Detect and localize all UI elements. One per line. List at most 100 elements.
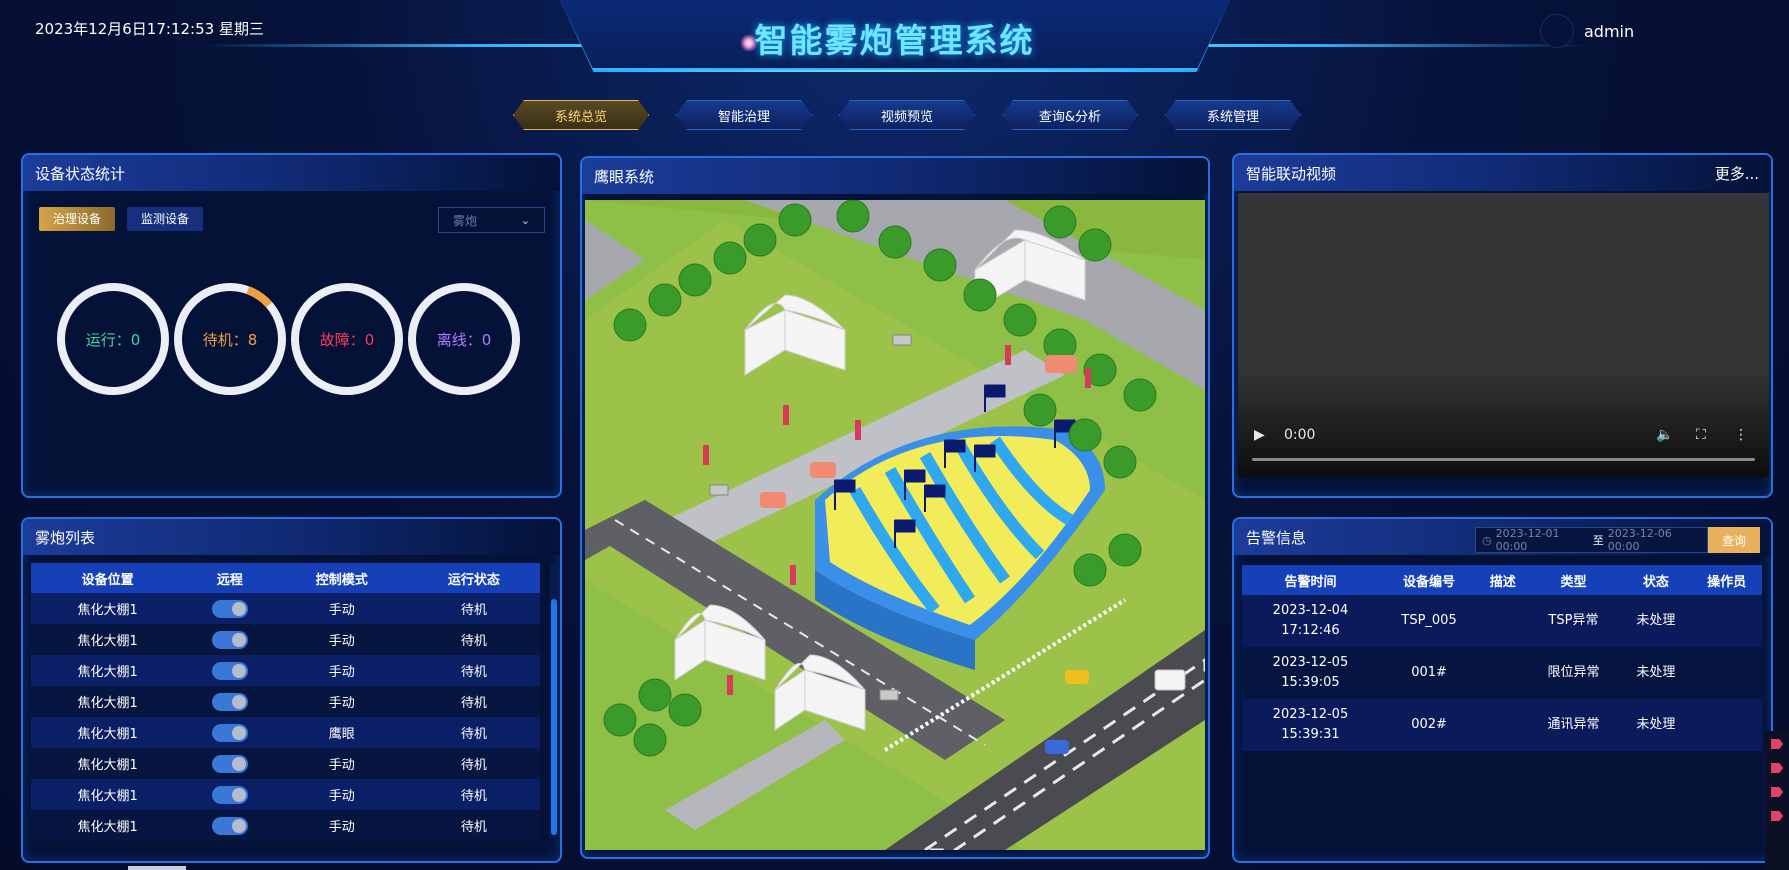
status-label: 运行：0 <box>85 330 141 349</box>
cell-state: 未处理 <box>1620 647 1692 699</box>
play-icon[interactable]: ▶ <box>1254 427 1265 443</box>
table-row[interactable]: 2023-12-05 15:39:05 001# 限位异常 未处理 <box>1242 647 1762 699</box>
cell-status: 待机 <box>407 717 540 748</box>
flag-icon[interactable] <box>1771 787 1783 797</box>
tab-query-analysis[interactable]: 查询&分析 <box>1002 100 1138 130</box>
table-row[interactable]: 焦化大棚1 手动 待机 <box>31 624 540 655</box>
panel-header: 鹰眼系统 <box>582 158 1208 194</box>
monitoring-devices-button[interactable]: 监测设备 <box>127 207 204 231</box>
table-row[interactable]: 焦化大棚1 手动 待机 <box>31 810 540 841</box>
eagle-eye-panel: 鹰眼系统 <box>580 156 1210 859</box>
cell-location: 焦化大棚1 <box>31 593 185 624</box>
remote-toggle[interactable] <box>211 754 248 773</box>
cannon-table: 设备位置 远程 控制模式 运行状态 焦化大棚1 手动 待机 焦化大棚1 手动 待机 焦化大棚… <box>31 563 540 841</box>
panel-title: 智能联动视频 <box>1246 164 1337 183</box>
cannon-list-panel: 雾炮列表 设备位置 远程 控制模式 运行状态 焦化大棚1 手动 待机 焦化大棚1 手动待… <box>21 517 562 863</box>
panel-title: 鹰眼系统 <box>594 167 655 186</box>
cell-status: 待机 <box>407 593 540 624</box>
flag-icon[interactable] <box>1771 763 1783 773</box>
cell-alarm-time: 2023-12-05 15:39:05 <box>1242 647 1379 699</box>
remote-toggle[interactable] <box>211 785 248 804</box>
cell-remote <box>184 686 276 717</box>
volume-icon[interactable]: 🔈 <box>1656 427 1673 443</box>
tab-system-management[interactable]: 系统管理 <box>1165 100 1301 130</box>
cell-device: 002# <box>1378 699 1480 751</box>
cell-location: 焦化大棚1 <box>31 655 185 686</box>
cell-alarm-time: 2023-12-04 17:12:46 <box>1242 595 1379 647</box>
date-to[interactable]: 2023-12-06 00:00 <box>1608 527 1701 553</box>
cell-remote <box>184 779 276 810</box>
column-header: 控制模式 <box>275 563 408 593</box>
cell-state: 未处理 <box>1620 699 1692 751</box>
table-row[interactable]: 焦化大棚1 手动 待机 <box>31 655 540 686</box>
flag-icon[interactable] <box>1771 811 1783 821</box>
status-label: 故障：0 <box>319 330 375 349</box>
remote-toggle[interactable] <box>211 661 248 680</box>
panel-header: 设备状态统计 <box>23 155 560 191</box>
tab-video-preview[interactable]: 视频预览 <box>839 100 975 130</box>
table-row[interactable]: 2023-12-05 15:39:31 002# 通讯异常 未处理 <box>1242 699 1762 751</box>
status-label: 离线：0 <box>436 330 492 349</box>
cell-remote <box>184 810 276 841</box>
column-header: 设备编号 <box>1378 565 1480 595</box>
folder-icon[interactable] <box>1771 739 1783 749</box>
alarm-clock: 15:39:31 <box>1281 727 1340 742</box>
main-nav: 系统总览 智能治理 视频预览 查询&分析 系统管理 <box>513 100 1301 130</box>
cell-mode: 鹰眼 <box>275 717 408 748</box>
cell-status: 待机 <box>407 624 540 655</box>
cell-remote <box>184 717 276 748</box>
remote-toggle[interactable] <box>211 599 248 618</box>
table-row[interactable]: 2023-12-04 17:12:46 TSP_005 TSP异常 未处理 <box>1242 595 1762 647</box>
cell-operator <box>1691 595 1762 647</box>
cell-status: 待机 <box>407 686 540 717</box>
cell-operator <box>1691 647 1762 699</box>
device-type-select[interactable]: 雾炮 ⌄ <box>438 207 545 233</box>
page-title: 智能雾炮管理系统 <box>754 21 1035 60</box>
alarm-table: 告警时间 设备编号 描述 类型 状态 操作员 2023-12-04 17:12:4… <box>1242 565 1762 751</box>
cell-remote <box>184 624 276 655</box>
cell-status: 待机 <box>407 655 540 686</box>
table-row[interactable]: 焦化大棚1 手动 待机 <box>31 748 540 779</box>
table-row[interactable]: 焦化大棚1 手动 待机 <box>31 779 540 810</box>
cell-location: 焦化大棚1 <box>31 624 185 655</box>
panel-title: 设备状态统计 <box>35 164 126 183</box>
table-row[interactable]: 焦化大棚1 手动 待机 <box>31 593 540 624</box>
remote-toggle[interactable] <box>211 692 248 711</box>
date-from[interactable]: 2023-12-01 00:00 <box>1496 527 1589 553</box>
device-type-toggle: 治理设备 监测设备 <box>39 207 204 231</box>
governance-devices-button[interactable]: 治理设备 <box>39 207 116 231</box>
cell-type: TSP异常 <box>1526 595 1621 647</box>
column-header: 类型 <box>1526 565 1621 595</box>
cell-desc <box>1479 647 1527 699</box>
query-button[interactable]: 查询 <box>1708 527 1760 553</box>
tab-system-overview[interactable]: 系统总览 <box>513 100 649 130</box>
more-options-icon[interactable]: ⋮ <box>1734 427 1748 443</box>
tab-smart-governance[interactable]: 智能治理 <box>676 100 812 130</box>
panel-title: 雾炮列表 <box>35 528 96 547</box>
date-separator: 至 <box>1592 534 1604 547</box>
more-link[interactable]: 更多... <box>1715 163 1759 184</box>
column-header: 状态 <box>1620 565 1692 595</box>
table-row[interactable]: 焦化大棚1 鹰眼 待机 <box>31 717 540 748</box>
fullscreen-icon[interactable]: ⛶ <box>1696 427 1706 443</box>
site-map-illustration[interactable] <box>585 200 1205 850</box>
clock-icon: ◷ <box>1482 533 1492 547</box>
column-header: 操作员 <box>1691 565 1762 595</box>
cell-desc <box>1479 595 1527 647</box>
cell-status: 待机 <box>407 779 540 810</box>
column-header: 运行状态 <box>407 563 540 593</box>
cell-remote <box>184 655 276 686</box>
bottom-scroll-indicator[interactable] <box>128 866 186 870</box>
list-scrollbar[interactable] <box>550 563 558 838</box>
video-player[interactable]: ▶ 0:00 🔈 ⛶ ⋮ <box>1238 193 1769 477</box>
cell-device: TSP_005 <box>1378 595 1480 647</box>
remote-toggle[interactable] <box>211 723 248 742</box>
cell-mode: 手动 <box>275 779 408 810</box>
video-progress-bar[interactable] <box>1252 458 1755 461</box>
table-row[interactable]: 焦化大棚1 手动 待机 <box>31 686 540 717</box>
linked-video-panel: 智能联动视频 更多... ▶ 0:00 🔈 ⛶ ⋮ <box>1232 153 1773 498</box>
date-range-picker[interactable]: ◷ 2023-12-01 00:00 至 2023-12-06 00:00 <box>1475 527 1708 553</box>
remote-toggle[interactable] <box>211 630 248 649</box>
scrollbar-thumb[interactable] <box>551 599 557 835</box>
remote-toggle[interactable] <box>211 816 248 835</box>
